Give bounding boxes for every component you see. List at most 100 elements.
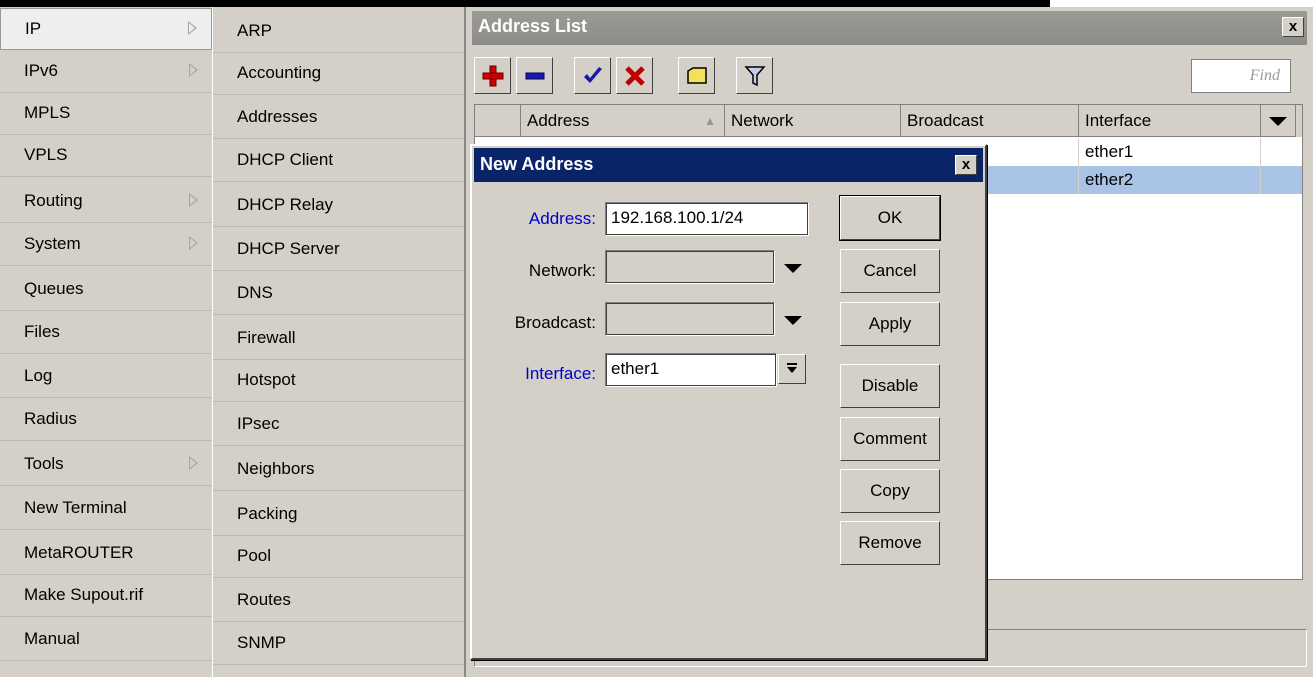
menu-label: System xyxy=(24,234,81,253)
cell-interface: ether2 xyxy=(1079,166,1261,194)
menu-label: IPv6 xyxy=(24,61,59,80)
menu-item-manual[interactable]: Manual xyxy=(0,619,212,661)
filter-icon xyxy=(743,66,766,87)
dialog-title: New Address xyxy=(480,154,594,174)
submenu-item-arp[interactable]: ARP xyxy=(213,11,464,53)
broadcast-label: Broadcast: xyxy=(514,313,596,332)
submenu-item-packing[interactable]: Packing xyxy=(213,494,464,536)
chevron-down-icon xyxy=(787,363,797,373)
ip-submenu: ARP Accounting Addresses DHCP Client DHC… xyxy=(212,7,464,677)
menu-item-ipv6[interactable]: IPv6 xyxy=(0,51,212,93)
menu-item-routing[interactable]: Routing xyxy=(0,181,212,223)
menu-item-vpls[interactable]: VPLS xyxy=(0,135,212,177)
new-address-dialog: New Address x Address: 192.168.100.1/24 … xyxy=(470,144,987,660)
add-button[interactable] xyxy=(474,57,511,94)
comment-button[interactable] xyxy=(678,57,715,94)
menu-label: VPLS xyxy=(24,145,68,164)
submenu-item-firewall[interactable]: Firewall xyxy=(213,318,464,360)
submenu-item-dhcp-client[interactable]: DHCP Client xyxy=(213,140,464,182)
menu-label: New Terminal xyxy=(24,498,127,517)
sort-ascending-icon: ▲ xyxy=(704,114,716,128)
submenu-arrow-icon xyxy=(188,21,197,35)
column-header-broadcast[interactable]: Broadcast xyxy=(901,105,1079,137)
submenu-arrow-icon xyxy=(189,236,198,250)
network-label: Network: xyxy=(528,261,596,280)
network-field[interactable] xyxy=(605,250,775,284)
remove-button[interactable]: Remove xyxy=(840,521,940,565)
submenu-item-addresses[interactable]: Addresses xyxy=(213,97,464,139)
ok-button[interactable]: OK xyxy=(839,195,941,241)
submenu-item-hotspot[interactable]: Hotspot xyxy=(213,360,464,402)
submenu-arrow-icon xyxy=(189,193,198,207)
submenu-item-accounting[interactable]: Accounting xyxy=(213,53,464,95)
menu-item-mpls[interactable]: MPLS xyxy=(0,93,212,135)
window-title: Address List xyxy=(478,16,588,36)
interface-label: Interface: xyxy=(525,364,596,383)
remove-button[interactable] xyxy=(516,57,553,94)
menu-item-tools[interactable]: Tools xyxy=(0,444,212,486)
column-header-network[interactable]: Network xyxy=(725,105,901,137)
plus-icon xyxy=(482,65,503,87)
close-icon[interactable]: x xyxy=(1282,17,1304,37)
submenu-item-dns[interactable]: DNS xyxy=(213,273,464,315)
menu-label: MPLS xyxy=(24,103,71,122)
close-icon[interactable]: x xyxy=(955,155,977,175)
column-menu-button[interactable] xyxy=(1261,105,1296,137)
main-menu: IP IPv6 MPLS VPLS Routing System Queues … xyxy=(0,7,212,677)
menu-label: Files xyxy=(24,322,60,341)
minus-icon xyxy=(525,72,544,80)
submenu-item-ipsec[interactable]: IPsec xyxy=(213,404,464,446)
network-dropdown-icon[interactable] xyxy=(784,264,802,273)
broadcast-dropdown-icon[interactable] xyxy=(784,316,802,325)
menu-item-radius[interactable]: Radius xyxy=(0,399,212,441)
address-label: Address: xyxy=(528,209,596,228)
broadcast-field[interactable] xyxy=(605,302,775,336)
menu-item-metarouter[interactable]: MetaROUTER xyxy=(0,533,212,575)
menu-label: Log xyxy=(24,366,53,385)
menu-label: Radius xyxy=(24,409,77,428)
column-header-interface[interactable]: Interface xyxy=(1079,105,1261,137)
x-icon xyxy=(624,66,645,86)
submenu-item-dhcp-relay[interactable]: DHCP Relay xyxy=(213,185,464,227)
cell-interface: ether1 xyxy=(1079,138,1261,166)
interface-select[interactable]: ether1 xyxy=(605,353,777,387)
menu-item-files[interactable]: Files xyxy=(0,312,212,354)
menu-label: MetaROUTER xyxy=(24,543,134,562)
menu-item-log[interactable]: Log xyxy=(0,356,212,398)
submenu-item-dhcp-server[interactable]: DHCP Server xyxy=(213,229,464,271)
find-input[interactable]: Find xyxy=(1191,59,1291,93)
submenu-item-routes[interactable]: Routes xyxy=(213,580,464,622)
address-field[interactable]: 192.168.100.1/24 xyxy=(605,202,809,236)
menu-item-queues[interactable]: Queues xyxy=(0,269,212,311)
header-blank xyxy=(475,105,521,137)
menu-label: Routing xyxy=(24,191,83,210)
menu-item-make-supout[interactable]: Make Supout.rif xyxy=(0,575,212,617)
submenu-arrow-icon xyxy=(189,456,198,470)
disable-button[interactable] xyxy=(616,57,653,94)
note-icon xyxy=(686,67,707,84)
enable-button[interactable] xyxy=(574,57,611,94)
submenu-item-pool[interactable]: Pool xyxy=(213,536,464,578)
interface-dropdown-button[interactable] xyxy=(778,354,806,384)
submenu-item-neighbors[interactable]: Neighbors xyxy=(213,449,464,491)
menu-label: IP xyxy=(25,19,42,38)
comment-button[interactable]: Comment xyxy=(840,417,940,461)
menu-item-system[interactable]: System xyxy=(0,224,212,266)
submenu-arrow-icon xyxy=(189,63,198,77)
table-header: Address ▲ Network Broadcast Interface xyxy=(475,105,1302,137)
menu-item-ip[interactable]: IP xyxy=(0,8,212,50)
menu-label: Queues xyxy=(24,279,84,298)
copy-button[interactable]: Copy xyxy=(840,469,940,513)
column-header-address[interactable]: Address ▲ xyxy=(521,105,725,137)
dialog-titlebar[interactable]: New Address x xyxy=(474,148,983,182)
submenu-item-snmp[interactable]: SNMP xyxy=(213,623,464,665)
filter-button[interactable] xyxy=(736,57,773,94)
menu-item-new-terminal[interactable]: New Terminal xyxy=(0,488,212,530)
apply-button[interactable]: Apply xyxy=(840,302,940,346)
cancel-button[interactable]: Cancel xyxy=(840,249,940,293)
menu-label: Manual xyxy=(24,629,80,648)
menu-label: Tools xyxy=(24,454,64,473)
disable-button[interactable]: Disable xyxy=(840,364,940,408)
header-label: Address xyxy=(527,111,590,130)
address-list-titlebar[interactable]: Address List x xyxy=(472,11,1307,45)
